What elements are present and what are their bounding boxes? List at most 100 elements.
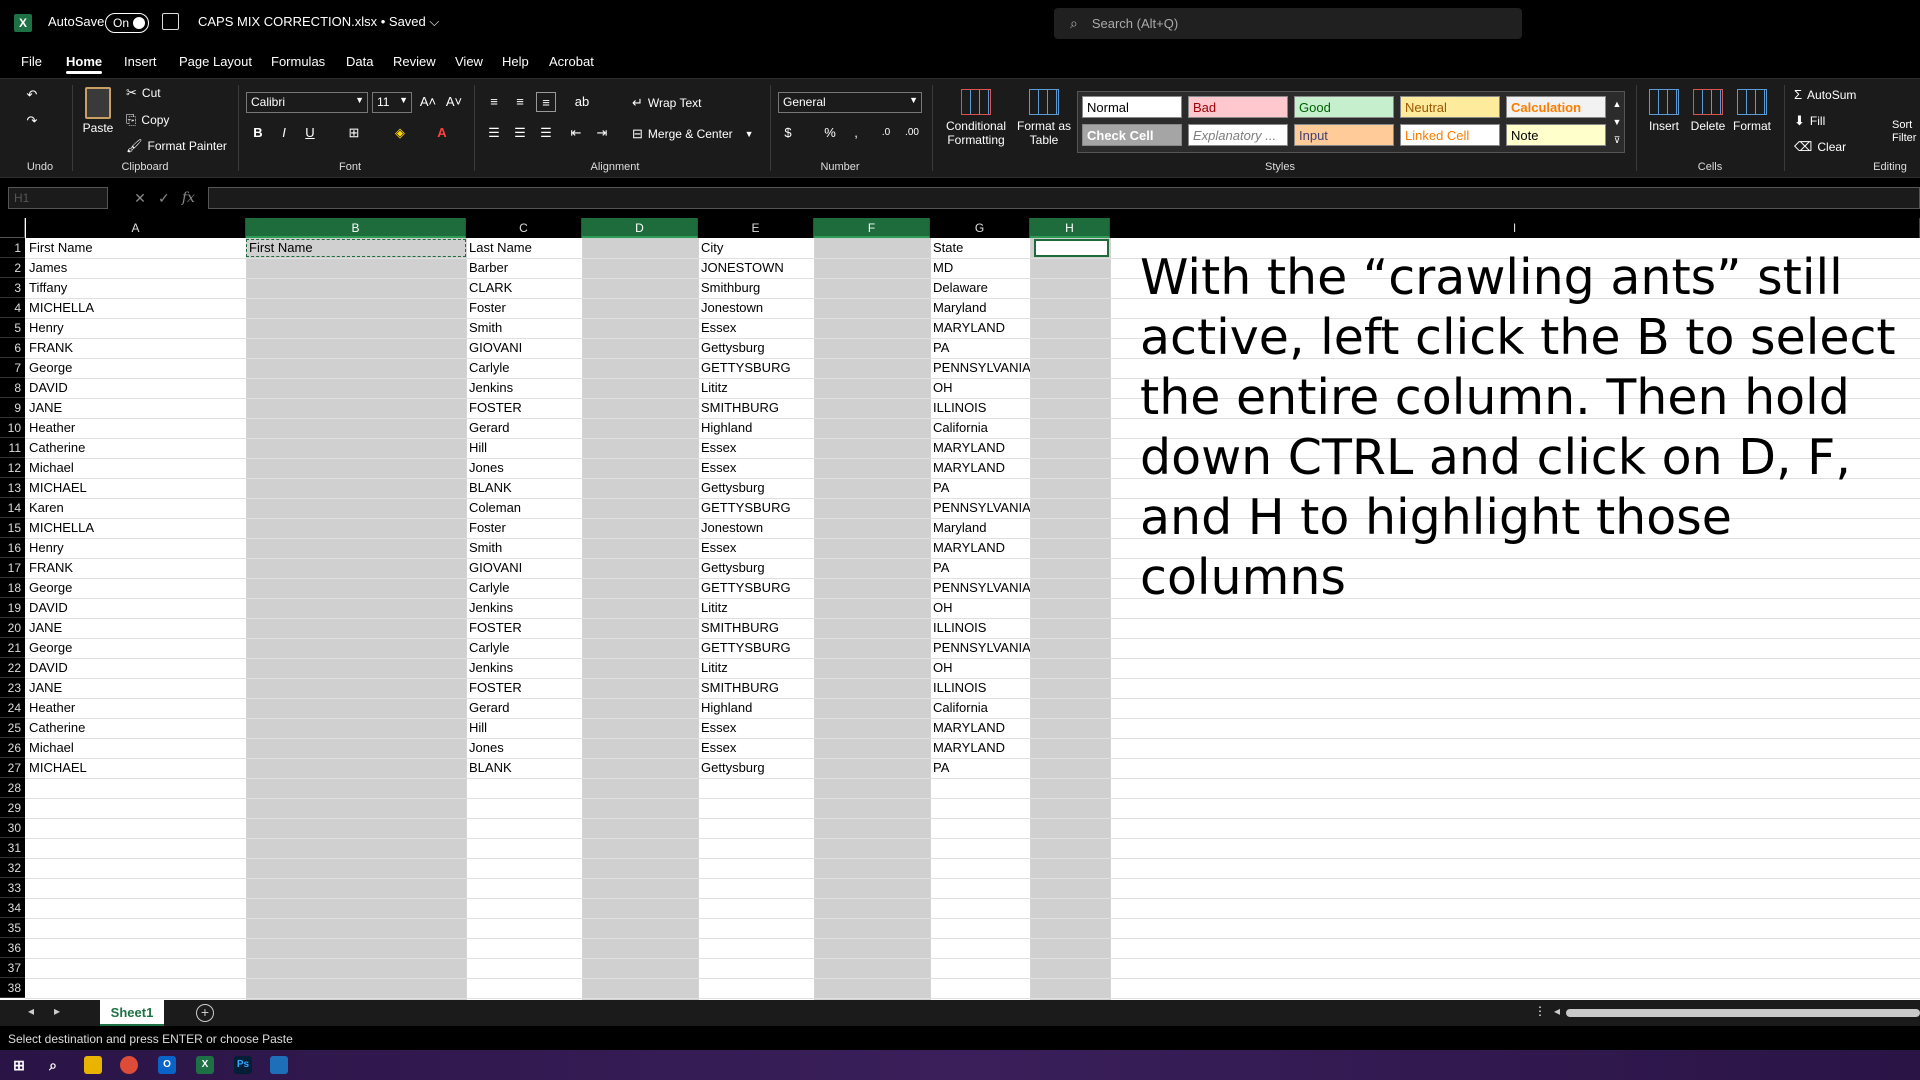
cell-g[interactable]: PENNSYLVANIA [930, 498, 1030, 518]
row-header[interactable]: 23 [0, 678, 25, 698]
cell-e[interactable]: Lititz [698, 378, 814, 398]
fill-button[interactable]: ⬇ Fill [1794, 113, 1825, 129]
cell-g[interactable]: California [930, 698, 1030, 718]
cell-g[interactable]: ILLINOIS [930, 618, 1030, 638]
format-as-table-button[interactable]: Format as Table [1016, 89, 1072, 147]
copy-button[interactable]: ⎘ Copy [126, 112, 169, 128]
align-top-icon[interactable]: ≡ [484, 92, 504, 112]
cell-c[interactable]: Carlyle [466, 358, 582, 378]
column-header-b[interactable]: B [246, 218, 466, 238]
app-icon[interactable] [270, 1056, 288, 1074]
tab-formulas[interactable]: Formulas [271, 54, 325, 69]
style-input[interactable]: Input [1294, 124, 1394, 146]
cell-e[interactable]: Essex [698, 438, 814, 458]
cell-g[interactable]: PENNSYLVANIA [930, 578, 1030, 598]
row-header[interactable]: 2 [0, 258, 25, 278]
currency-icon[interactable]: $ [778, 123, 798, 143]
cell-a[interactable]: JANE [26, 678, 246, 698]
cell-a[interactable]: JANE [26, 618, 246, 638]
cell-a[interactable]: DAVID [26, 598, 246, 618]
cell-c[interactable]: BLANK [466, 758, 582, 778]
cell-a[interactable]: George [26, 578, 246, 598]
autosum-button[interactable]: Σ AutoSum [1794, 87, 1856, 102]
cell-a[interactable]: Catherine [26, 718, 246, 738]
tab-data[interactable]: Data [346, 54, 373, 69]
cell-g[interactable]: MARYLAND [930, 458, 1030, 478]
search-icon[interactable]: ⌕ [44, 1056, 62, 1074]
cell-e[interactable]: Lititz [698, 598, 814, 618]
cell-a[interactable]: Heather [26, 698, 246, 718]
row-header[interactable]: 32 [0, 858, 25, 878]
tab-review[interactable]: Review [393, 54, 436, 69]
cell-e[interactable]: Essex [698, 538, 814, 558]
row-header[interactable]: 4 [0, 298, 25, 318]
cell-e[interactable]: Essex [698, 318, 814, 338]
row-header[interactable]: 17 [0, 558, 25, 578]
cell-a[interactable]: Tiffany [26, 278, 246, 298]
cell-e[interactable]: City [698, 238, 814, 258]
cell-e[interactable]: Essex [698, 738, 814, 758]
row-header[interactable]: 19 [0, 598, 25, 618]
undo-icon[interactable]: ↶ [22, 85, 42, 105]
cell-c[interactable]: Jones [466, 738, 582, 758]
cell-g[interactable]: OH [930, 598, 1030, 618]
cell-c[interactable]: Barber [466, 258, 582, 278]
cell-c[interactable]: Gerard [466, 418, 582, 438]
column-header-f[interactable]: F [814, 218, 930, 238]
style-linked-cell[interactable]: Linked Cell [1400, 124, 1500, 146]
column-header-c[interactable]: C [466, 218, 582, 238]
underline-icon[interactable]: U [300, 123, 320, 143]
row-header[interactable]: 36 [0, 938, 25, 958]
cell-a[interactable]: Catherine [26, 438, 246, 458]
merge-center-button[interactable]: ⊟ Merge & Center ▼ [632, 126, 754, 142]
row-header[interactable]: 27 [0, 758, 25, 778]
row-header[interactable]: 34 [0, 898, 25, 918]
align-center-icon[interactable]: ☰ [510, 123, 530, 143]
cell-a[interactable]: Heather [26, 418, 246, 438]
cut-button[interactable]: ✂ Cut [126, 85, 161, 101]
cell-e[interactable]: Smithburg [698, 278, 814, 298]
tab-home[interactable]: Home [66, 54, 103, 74]
row-header[interactable]: 10 [0, 418, 25, 438]
cell-c[interactable]: Foster [466, 298, 582, 318]
gallery-more-icon[interactable]: ⊽ [1610, 130, 1624, 150]
name-box[interactable]: H1 [8, 187, 108, 209]
row-header[interactable]: 15 [0, 518, 25, 538]
cell-e[interactable]: SMITHBURG [698, 618, 814, 638]
sheet-tab-sheet1[interactable]: Sheet1 [100, 1000, 164, 1026]
chrome-icon[interactable] [120, 1056, 138, 1074]
cell-a[interactable]: Michael [26, 458, 246, 478]
horizontal-scrollbar[interactable] [1566, 1009, 1920, 1017]
column-header-d[interactable]: D [582, 218, 698, 238]
number-format-select[interactable]: General ▼ [778, 92, 922, 113]
format-cells-button[interactable]: Format [1732, 89, 1772, 133]
select-all-corner[interactable] [0, 218, 25, 238]
decrease-font-icon[interactable]: A˅ [444, 92, 464, 112]
column-header-h[interactable]: H [1030, 218, 1110, 238]
cell-e[interactable]: Essex [698, 458, 814, 478]
cell-c[interactable]: BLANK [466, 478, 582, 498]
row-header[interactable]: 11 [0, 438, 25, 458]
borders-icon[interactable]: ⊞ [344, 123, 364, 143]
percent-icon[interactable]: % [820, 123, 840, 143]
style-bad[interactable]: Bad [1188, 96, 1288, 118]
cell-a[interactable]: MICHAEL [26, 478, 246, 498]
cell-c[interactable]: Jones [466, 458, 582, 478]
cell-a[interactable]: JANE [26, 398, 246, 418]
cell-c[interactable]: Jenkins [466, 378, 582, 398]
row-header[interactable]: 9 [0, 398, 25, 418]
column-header-g[interactable]: G [930, 218, 1030, 238]
cell-c[interactable]: Hill [466, 438, 582, 458]
decrease-decimal-icon[interactable]: .00 [902, 123, 922, 143]
cell-e[interactable]: Highland [698, 698, 814, 718]
paste-button[interactable]: Paste [80, 87, 116, 135]
cell-c[interactable]: Jenkins [466, 598, 582, 618]
excel-taskbar-icon[interactable]: X [196, 1056, 214, 1074]
cell-a[interactable]: FRANK [26, 338, 246, 358]
row-header[interactable]: 25 [0, 718, 25, 738]
align-left-icon[interactable]: ☰ [484, 123, 504, 143]
gallery-down-icon[interactable]: ▼ [1610, 112, 1624, 132]
save-icon[interactable] [162, 13, 179, 30]
gallery-up-icon[interactable]: ▲ [1610, 94, 1624, 114]
cell-g[interactable]: MARYLAND [930, 318, 1030, 338]
